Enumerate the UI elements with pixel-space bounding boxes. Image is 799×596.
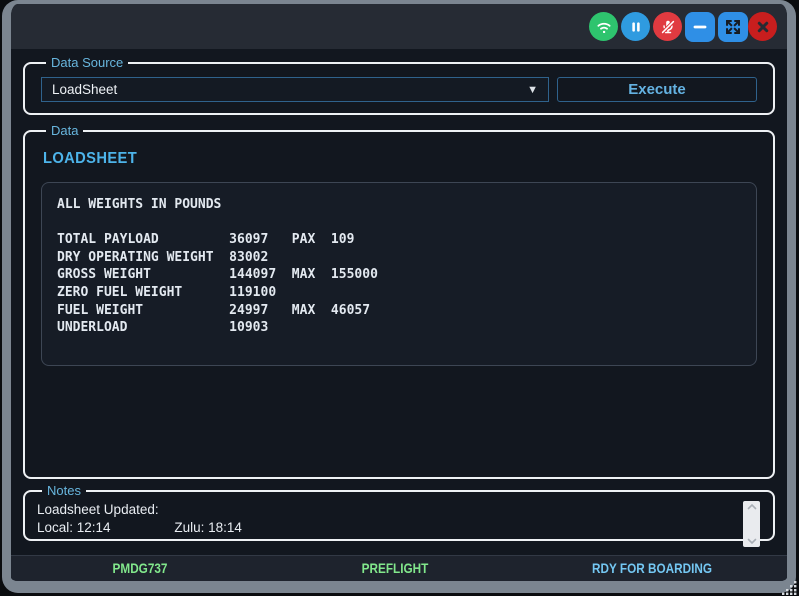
chevron-down-icon: ▼: [527, 84, 538, 96]
data-source-group: Data Source LoadSheet ▼ Execute: [23, 55, 775, 115]
mic-muted-icon: [658, 17, 678, 37]
resize-grip[interactable]: [782, 580, 798, 595]
notes-times-line: Local: 12:14 Zulu: 18:14: [37, 519, 761, 537]
execute-button[interactable]: Execute: [557, 77, 757, 102]
data-source-select[interactable]: LoadSheet ▼: [41, 77, 549, 102]
wifi-status-button[interactable]: [589, 12, 618, 41]
pause-button[interactable]: [621, 12, 650, 41]
data-group-label: Data: [46, 123, 83, 138]
content-area: Data Source LoadSheet ▼ Execute Data LOA…: [11, 49, 787, 555]
data-source-selected-value: LoadSheet: [52, 82, 117, 97]
scroll-down-icon[interactable]: [747, 538, 757, 545]
status-aircraft: PMDG737: [113, 560, 168, 576]
status-boarding: RDY FOR BOARDING: [592, 560, 712, 576]
mic-mute-button[interactable]: [653, 12, 682, 41]
pause-icon: [626, 17, 646, 37]
close-button[interactable]: [748, 12, 777, 41]
close-icon: [753, 17, 773, 37]
data-group: Data LOADSHEET ALL WEIGHTS IN POUNDS TOT…: [23, 123, 775, 479]
app-window: Data Source LoadSheet ▼ Execute Data LOA…: [2, 0, 796, 593]
maximize-icon: [722, 16, 744, 38]
notes-group-label: Notes: [42, 483, 86, 498]
titlebar: [11, 4, 787, 49]
maximize-button[interactable]: [718, 12, 748, 42]
minimize-icon: [689, 16, 711, 38]
notes-local-time: Local: 12:14: [37, 520, 111, 535]
notes-scrollbar[interactable]: [743, 501, 760, 547]
minimize-button[interactable]: [685, 12, 715, 42]
notes-zulu-time: Zulu: 18:14: [174, 520, 242, 535]
loadsheet-panel: ALL WEIGHTS IN POUNDS TOTAL PAYLOAD 3609…: [41, 182, 757, 366]
notes-group: Notes Loadsheet Updated: Local: 12:14 Zu…: [23, 483, 775, 541]
data-source-group-label: Data Source: [46, 55, 128, 70]
scroll-up-icon[interactable]: [747, 503, 757, 510]
loadsheet-title: LOADSHEET: [43, 150, 698, 168]
notes-updated-line: Loadsheet Updated:: [37, 501, 761, 519]
status-phase: PREFLIGHT: [362, 560, 429, 576]
loadsheet-text: ALL WEIGHTS IN POUNDS TOTAL PAYLOAD 3609…: [42, 183, 756, 337]
status-bar: PMDG737 PREFLIGHT RDY FOR BOARDING: [11, 555, 787, 581]
wifi-icon: [594, 17, 614, 37]
page-background: Data Source LoadSheet ▼ Execute Data LOA…: [0, 0, 799, 596]
